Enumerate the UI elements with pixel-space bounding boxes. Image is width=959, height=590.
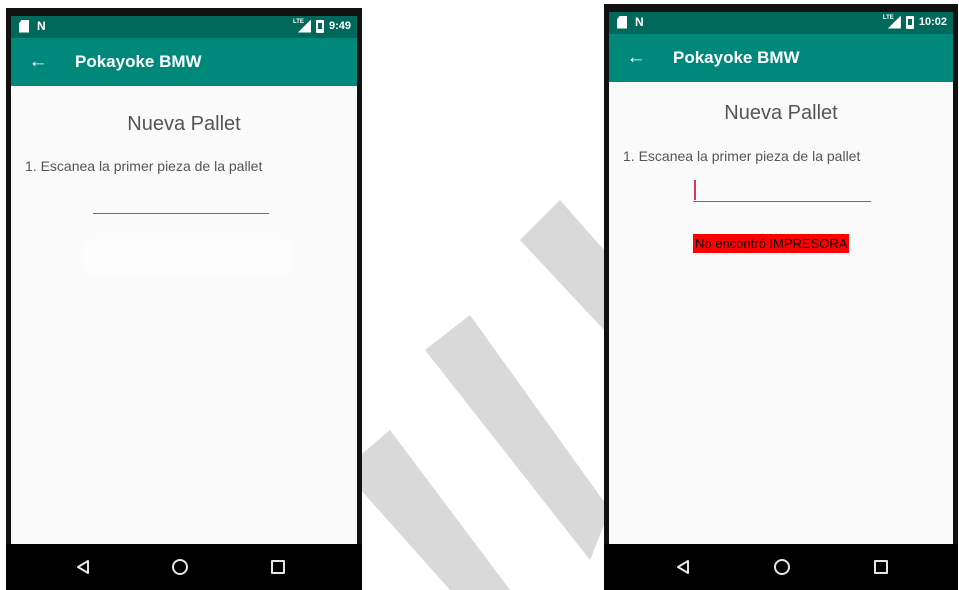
scan-input[interactable] [693,178,871,202]
nav-recents-button[interactable] [870,556,892,578]
page-title: Nueva Pallet [724,102,838,124]
navigation-bar [6,544,362,590]
sim-card-icon [617,15,627,29]
circle-home-icon [774,559,790,575]
app-bar: ← Pokayoke BMW [609,34,953,82]
status-clock: 9:49 [328,20,351,32]
signal-lte-icon: LTE [292,18,311,33]
status-bar: N LTE 9:49 [11,16,357,38]
nfc-icon: N [635,15,644,29]
status-bar: N LTE 10:02 [609,12,953,34]
nav-home-button[interactable] [771,556,793,578]
nav-recents-button[interactable] [267,556,289,578]
nav-back-button[interactable] [672,556,694,578]
page-title: Nueva Pallet [127,113,241,135]
scan-instruction: 1. Escanea la primer pieza de la pallet [623,148,861,164]
scan-instruction: 1. Escanea la primer pieza de la pallet [25,158,263,174]
nav-back-button[interactable] [72,556,94,578]
navigation-bar [604,544,958,590]
square-recents-icon [271,560,285,574]
error-message: No encontró IMPRESORA [693,234,850,253]
arrow-left-icon: ← [28,51,48,72]
back-button[interactable]: ← [623,45,649,71]
triangle-back-icon [677,560,689,574]
battery-icon [905,15,914,29]
circle-home-icon [172,559,188,575]
nfc-icon: N [37,19,46,33]
text-cursor [694,180,696,200]
status-clock: 10:02 [918,16,947,28]
network-type-label: LTE [882,14,894,21]
triangle-back-icon [77,560,89,574]
redacted-region [83,240,291,274]
phone-frame-left: N LTE 9:49 ← Pokayoke BMW Nueva Pallet 1… [6,8,362,590]
app-bar: ← Pokayoke BMW [11,38,357,86]
arrow-left-icon: ← [626,47,646,68]
scan-input[interactable] [93,190,269,214]
screen-left: N LTE 9:49 ← Pokayoke BMW Nueva Pallet 1… [11,16,357,544]
battery-icon [315,19,324,33]
app-title: Pokayoke BMW [673,48,800,67]
signal-lte-icon: LTE [882,14,901,29]
sim-card-icon [19,19,29,33]
app-title: Pokayoke BMW [75,52,202,71]
nav-home-button[interactable] [169,556,191,578]
phone-frame-right: N LTE 10:02 ← Pokayoke BMW Nueva Pallet … [604,4,958,590]
back-button[interactable]: ← [25,49,51,75]
square-recents-icon [874,560,888,574]
screen-right: N LTE 10:02 ← Pokayoke BMW Nueva Pallet … [609,12,953,544]
network-type-label: LTE [292,18,304,25]
